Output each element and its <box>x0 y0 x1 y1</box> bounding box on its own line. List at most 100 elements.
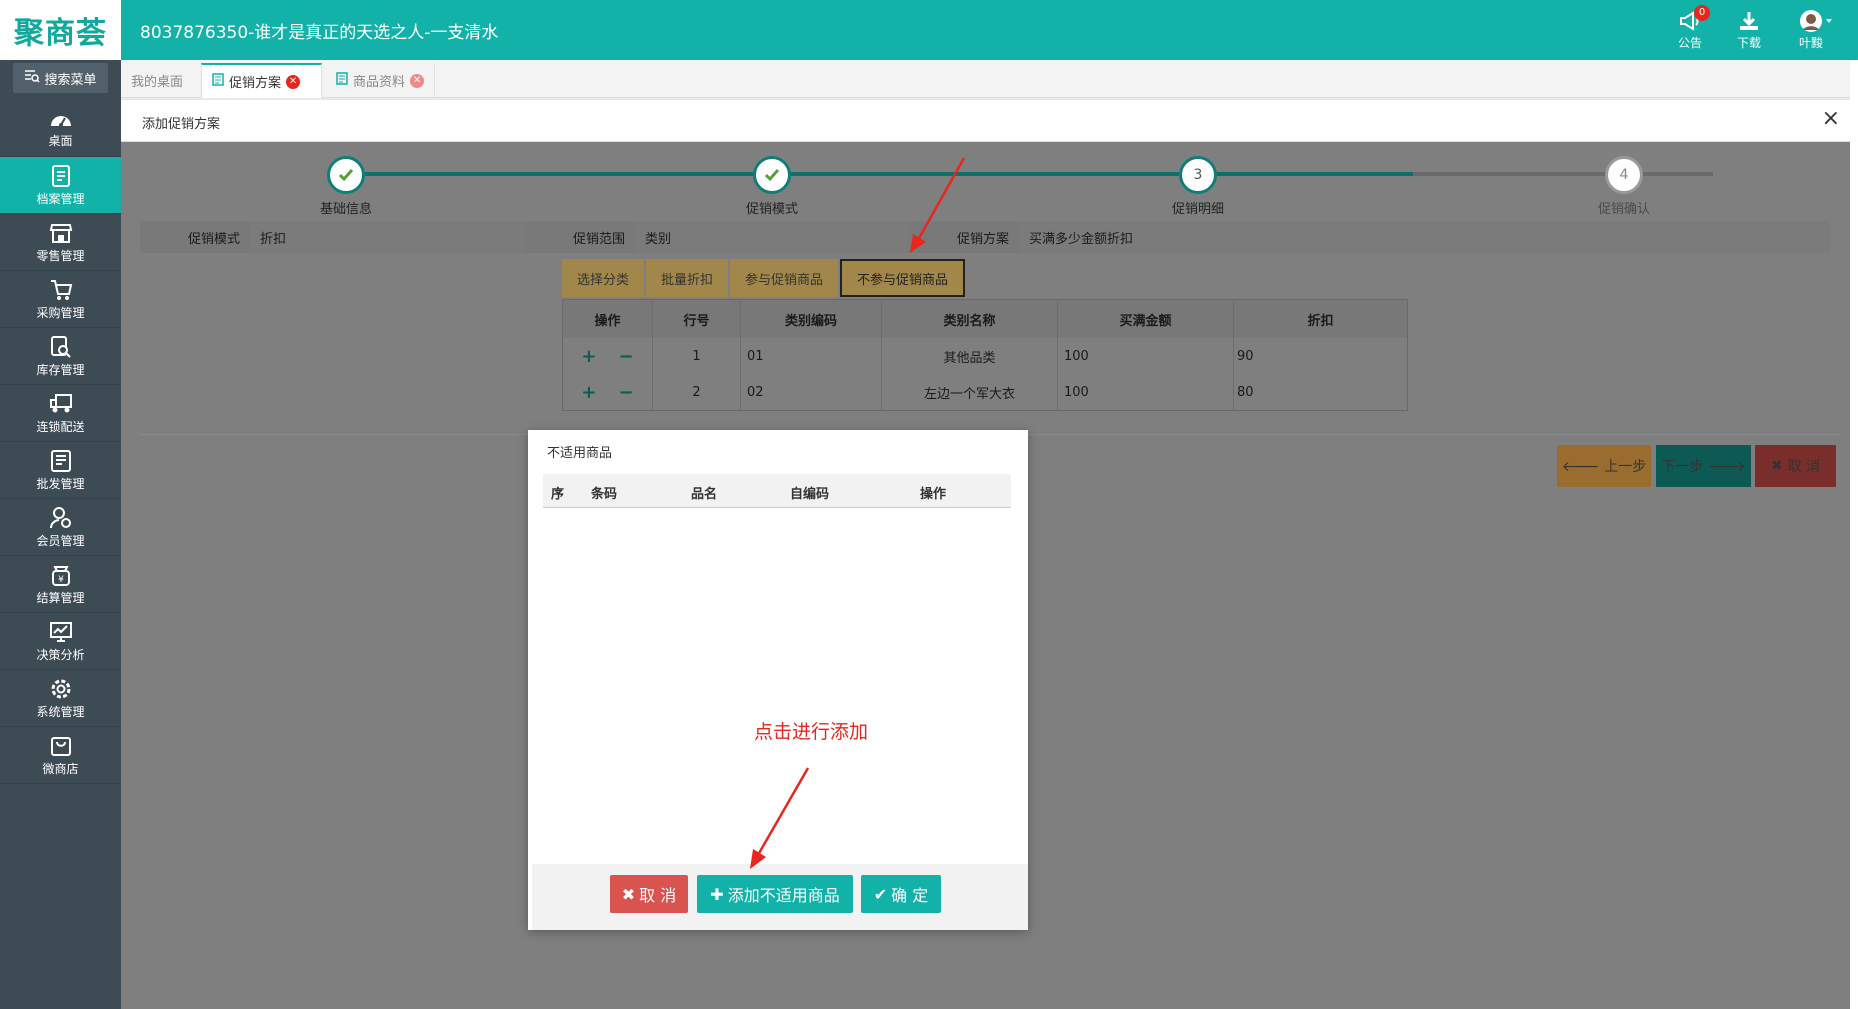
sidebar-item-wholesale[interactable]: 批发管理 <box>0 442 121 499</box>
cell-amount[interactable]: 100 <box>1058 374 1234 410</box>
announcement-button[interactable]: 0 公告 <box>1664 5 1716 54</box>
sidebar-item-retail[interactable]: 零售管理 <box>0 214 121 271</box>
subtab-included-products[interactable]: 参与促销商品 <box>730 259 839 297</box>
sidebar-item-label: 零售管理 <box>36 248 85 263</box>
promo-scope-label: 促销范围 <box>525 221 635 253</box>
add-row-icon[interactable]: + <box>581 382 596 403</box>
sidebar-item-desktop[interactable]: 桌面 <box>0 100 121 157</box>
cancel-wizard-label: 取 消 <box>1787 459 1821 475</box>
column-header: 品名 <box>691 487 718 502</box>
settlement-icon: ¥ <box>51 565 70 586</box>
download-button[interactable]: 下载 <box>1723 8 1775 54</box>
sidebar-item-label: 结算管理 <box>36 590 85 605</box>
add-row-icon[interactable]: + <box>581 346 596 367</box>
store-icon <box>49 223 72 243</box>
prev-step-label: 上一步 <box>1604 459 1647 475</box>
search-menu-button[interactable]: 搜索菜单 <box>13 63 108 93</box>
sidebar-item-label: 系统管理 <box>36 704 85 719</box>
close-icon: ✖ <box>621 884 636 904</box>
table-header: 操作 行号 类别编码 类别名称 买满金额 折扣 <box>563 300 1407 338</box>
modal-cancel-button[interactable]: ✖ 取 消 <box>610 875 688 913</box>
cell-category-code: 02 <box>741 374 882 410</box>
user-name: 叶黢 <box>1798 36 1823 50</box>
modal-cancel-label: 取 消 <box>639 886 677 905</box>
sidebar-item-system[interactable]: 系统管理 <box>0 670 121 727</box>
truck-icon <box>49 393 72 412</box>
sidebar-item-member[interactable]: 会员管理 <box>0 499 121 556</box>
subtab-excluded-products[interactable]: 不参与促销商品 <box>840 259 966 297</box>
remove-row-icon[interactable]: − <box>619 346 634 367</box>
promo-mode-label: 促销模式 <box>140 221 250 253</box>
sidebar-item-label: 桌面 <box>48 133 73 148</box>
sidebar-item-distribution[interactable]: 连锁配送 <box>0 385 121 442</box>
sidebar-item-analysis[interactable]: 决策分析 <box>0 613 121 670</box>
dashboard-icon <box>50 115 71 127</box>
sidebar-item-settlement[interactable]: ¥ 结算管理 <box>0 556 121 613</box>
table-row: + − 2 02 左边一个军大衣 100 80 <box>563 374 1407 410</box>
cell-discount[interactable]: 90 <box>1234 338 1407 374</box>
column-header: 行号 <box>653 300 741 338</box>
add-excluded-product-button[interactable]: ✚ 添加不适用商品 <box>697 875 853 913</box>
next-step-button[interactable]: 下一步 🡒 <box>1656 445 1751 487</box>
app-title: 8037876350-谁才是真正的天选之人-一支清水 <box>140 23 499 43</box>
row-actions: + − <box>563 374 653 410</box>
tab-close-icon[interactable]: ✕ <box>286 74 301 89</box>
settings-icon <box>51 679 70 698</box>
progress-steps: 基础信息 促销模式 3 促销明细 4 促销确认 <box>121 142 1850 222</box>
step-promo-confirm: 4 促销确认 <box>1564 156 1684 217</box>
tab-my-desktop[interactable]: 我的桌面 <box>121 63 193 98</box>
row-actions: + − <box>563 338 653 374</box>
avatar-icon <box>1790 8 1842 34</box>
promo-info-row: 促销模式 折扣 促销范围 类别 促销方案 买满多少金额折扣 <box>140 221 1830 253</box>
tab-label: 商品资料 <box>353 75 406 90</box>
wholesale-icon <box>50 449 71 472</box>
cell-discount[interactable]: 80 <box>1234 374 1407 410</box>
remove-row-icon[interactable]: − <box>619 382 634 403</box>
logo[interactable]: 聚商荟 <box>0 0 121 60</box>
add-excluded-product-label: 添加不适用商品 <box>727 886 840 905</box>
scroll-gutter <box>1850 60 1858 1009</box>
sidebar-item-wechat-shop[interactable]: 微商店 <box>0 727 121 784</box>
tab-product-info[interactable]: 商品资料 ✕ <box>326 63 436 98</box>
column-header: 操作 <box>563 300 653 338</box>
column-header: 条码 <box>591 487 618 502</box>
arrow-left-icon: 🡐 <box>1561 458 1600 475</box>
column-header: 类别编码 <box>741 300 882 338</box>
cell-category-code: 01 <box>741 338 882 374</box>
plus-icon: ✚ <box>710 884 724 904</box>
prev-step-button[interactable]: 🡐 上一步 <box>1557 445 1651 487</box>
logo-text: 聚商荟 <box>14 16 107 51</box>
promo-scope-value: 类别 <box>635 221 909 253</box>
tab-close-icon[interactable]: ✕ <box>410 73 425 88</box>
subtab-batch-discount[interactable]: 批量折扣 <box>646 259 729 297</box>
cancel-wizard-button[interactable]: ✖ 取 消 <box>1755 445 1836 487</box>
cart-icon <box>50 279 72 300</box>
cell-row-number: 2 <box>653 374 741 410</box>
modal-confirm-button[interactable]: ✔ 确 定 <box>861 875 941 913</box>
step-promo-detail: 3 促销明细 <box>1138 156 1258 217</box>
sidebar-item-purchase[interactable]: 采购管理 <box>0 271 121 328</box>
column-header: 自编码 <box>790 487 830 502</box>
sidebar-nav: 桌面 档案管理 零售管理 采购管理 库存管理 连锁配送 批发管理 会员管理 ¥ … <box>0 100 121 784</box>
column-header: 折扣 <box>1307 313 1334 329</box>
column-header: 买满金额 <box>1058 300 1234 338</box>
category-table: 操作 行号 类别编码 类别名称 买满金额 折扣 + − 1 01 其他品类 10… <box>562 299 1408 411</box>
subtab-select-category[interactable]: 选择分类 <box>562 259 645 297</box>
archive-icon <box>51 164 70 187</box>
modal-confirm-label: 确 定 <box>891 886 929 905</box>
promo-plan-value: 买满多少金额折扣 <box>1019 221 1830 253</box>
panel-close-button[interactable]: × <box>1822 108 1840 130</box>
step-promo-mode: 促销模式 <box>712 156 832 217</box>
sidebar-item-label: 库存管理 <box>36 362 85 377</box>
modal-title: 不适用商品 <box>547 446 613 461</box>
tab-promotion-plan[interactable]: 促销方案 ✕ <box>201 63 322 98</box>
tab-bar: 我的桌面 促销方案 ✕ 商品资料 ✕ <box>121 60 1858 98</box>
sidebar-item-archive[interactable]: 档案管理 <box>0 157 121 214</box>
table-row: + − 1 01 其他品类 100 90 <box>563 338 1407 374</box>
annotation-hint: 点击进行添加 <box>754 721 869 743</box>
user-menu[interactable]: 叶黢 <box>1790 8 1842 54</box>
arrow-right-icon: 🡒 <box>1708 458 1746 475</box>
cell-amount[interactable]: 100 <box>1058 338 1234 374</box>
step-track-complete <box>347 172 1533 176</box>
sidebar-item-inventory[interactable]: 库存管理 <box>0 328 121 385</box>
